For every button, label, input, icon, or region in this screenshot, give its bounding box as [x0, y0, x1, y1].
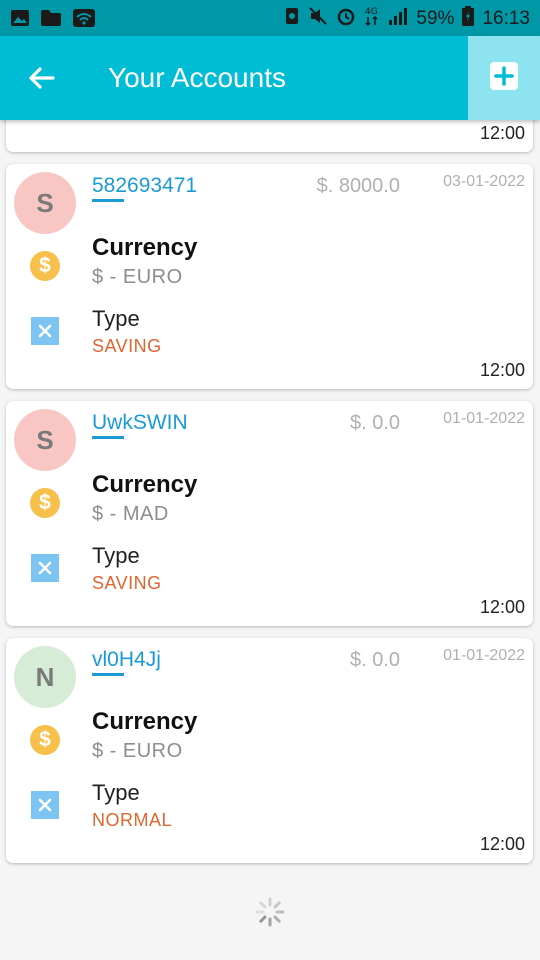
- account-number-link[interactable]: UwkSWIN: [92, 411, 188, 435]
- currency-value: $ - EURO: [92, 740, 183, 762]
- type-label: Type: [92, 543, 140, 568]
- dollar-coin-icon: $: [30, 725, 60, 755]
- battery-icon: [462, 6, 475, 32]
- alarm-icon: [336, 6, 356, 32]
- type-value: NORMAL: [92, 810, 173, 830]
- signal-icon: [388, 6, 408, 32]
- account-date: 01-01-2022: [443, 647, 525, 664]
- image-icon: [10, 9, 30, 32]
- loading-spinner-icon: [254, 896, 286, 928]
- battery-percent: 59%: [416, 8, 455, 29]
- currency-label: Currency: [92, 708, 198, 735]
- status-bar: 4G 59% 16:13: [0, 0, 540, 36]
- wifi-icon: [72, 8, 96, 33]
- clock: 16:13: [482, 8, 530, 29]
- app-bar: Your Accounts: [0, 36, 540, 120]
- dollar-coin-icon: $: [30, 251, 60, 281]
- folder-icon: [40, 9, 62, 32]
- card-time: 12:00: [479, 597, 525, 617]
- plus-square-icon: [489, 61, 519, 96]
- svg-text:4G: 4G: [365, 7, 378, 17]
- currency-label: Currency: [92, 471, 198, 498]
- avatar: S: [14, 409, 76, 471]
- type-value: SAVING: [92, 573, 162, 593]
- link-underline: [92, 436, 124, 439]
- type-label: Type: [92, 306, 140, 331]
- page-title: Your Accounts: [108, 62, 286, 93]
- close-box-icon: [31, 554, 59, 582]
- currency-value: $ - EURO: [92, 266, 183, 288]
- back-button[interactable]: [22, 58, 62, 98]
- card-time: 12:00: [479, 123, 525, 143]
- card-time: 12:00: [479, 360, 525, 380]
- currency-label: Currency: [92, 234, 198, 261]
- account-card[interactable]: S UwkSWIN $. 0.0 01-01-2022 $ Currency $…: [6, 401, 533, 626]
- link-underline: [92, 673, 124, 676]
- nfc-icon: [284, 6, 300, 32]
- account-balance: $. 0.0: [349, 412, 400, 434]
- close-box-icon: [31, 791, 59, 819]
- lte-icon: 4G: [364, 5, 380, 33]
- dollar-coin-icon: $: [30, 488, 60, 518]
- account-number-link[interactable]: vl0H4Jj: [92, 648, 161, 672]
- close-box-icon: [31, 317, 59, 345]
- account-date: 03-01-2022: [443, 173, 525, 190]
- arrow-left-icon: [22, 67, 62, 102]
- mute-icon: [308, 6, 328, 32]
- account-balance: $. 0.0: [349, 649, 400, 671]
- avatar: S: [14, 172, 76, 234]
- account-card[interactable]: N vl0H4Jj $. 0.0 01-01-2022 $ Currency $…: [6, 638, 533, 863]
- currency-value: $ - MAD: [92, 503, 169, 525]
- account-number-link[interactable]: 582693471: [92, 174, 197, 198]
- link-underline: [92, 199, 124, 202]
- type-value: SAVING: [92, 336, 162, 356]
- account-date: 01-01-2022: [443, 410, 525, 427]
- account-balance: $. 8000.0: [316, 175, 400, 197]
- add-account-button[interactable]: [468, 36, 540, 120]
- type-label: Type: [92, 780, 140, 805]
- card-time: 12:00: [479, 834, 525, 854]
- avatar: N: [14, 646, 76, 708]
- account-card[interactable]: S 582693471 $. 8000.0 03-01-2022 $ Curre…: [6, 164, 533, 389]
